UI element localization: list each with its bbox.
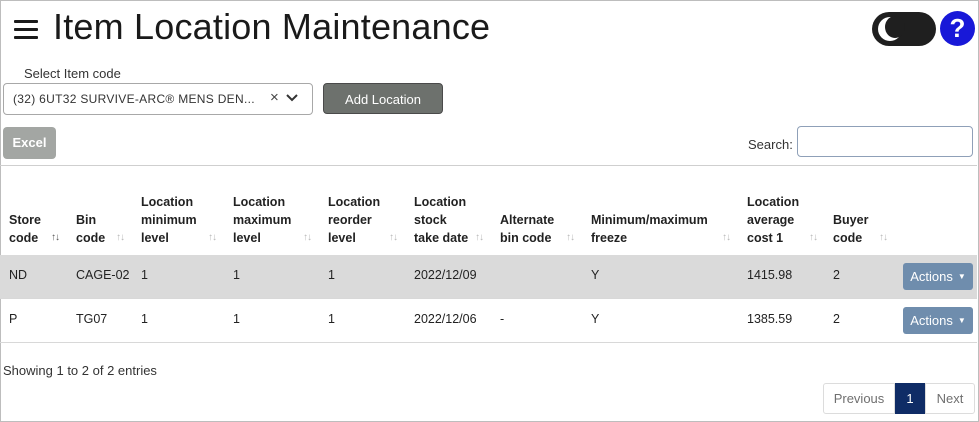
search-input[interactable] — [797, 126, 973, 157]
table-row[interactable]: ND CAGE-02 1 1 1 2022/12/09 Y 1415.98 2 … — [0, 255, 977, 299]
moon-icon — [878, 16, 905, 41]
cell-reorder-level: 1 — [328, 268, 335, 282]
excel-button[interactable]: Excel — [3, 127, 56, 159]
cell-buyer-code: 2 — [833, 312, 840, 326]
cell-maximum-level: 1 — [233, 312, 240, 326]
cell-store-code: P — [9, 312, 18, 326]
sort-icon[interactable]: ↑↓ — [389, 232, 398, 243]
cell-reorder-level: 1 — [328, 312, 335, 326]
pagination-next[interactable]: Next — [925, 383, 975, 414]
chevron-down-icon[interactable] — [285, 91, 299, 105]
cell-stock-take-date: 2022/12/06 — [414, 312, 477, 326]
column-header-location-maximum-level[interactable]: Location maximum level — [233, 193, 299, 247]
actions-label: Actions — [910, 269, 953, 284]
column-header-location-minimum-level[interactable]: Location minimum level — [141, 193, 203, 247]
sort-icon[interactable]: ↑↓ — [809, 232, 818, 243]
cell-maximum-level: 1 — [233, 268, 240, 282]
cell-bin-code: CAGE-02 — [76, 268, 130, 282]
column-header-alternate-bin-code[interactable]: Alternate bin code — [500, 211, 562, 247]
page-title: Item Location Maintenance — [53, 6, 491, 47]
cell-freeze: Y — [591, 312, 600, 326]
add-location-button[interactable]: Add Location — [323, 83, 443, 114]
pagination-page-1[interactable]: 1 — [895, 383, 925, 414]
cell-buyer-code: 2 — [833, 268, 840, 282]
sort-icon[interactable]: ↑↓ — [116, 232, 125, 243]
dark-mode-toggle[interactable] — [872, 12, 936, 46]
sort-icon[interactable]: ↑↓ — [208, 232, 217, 243]
menu-icon[interactable] — [14, 20, 38, 40]
table-row[interactable]: P TG07 1 1 1 2022/12/06 - Y 1385.59 2 Ac… — [0, 299, 977, 343]
sort-icon[interactable]: ↑↓ — [303, 232, 312, 243]
table-header: Store code ↑↓ Bin code ↑↓ Location minim… — [0, 165, 977, 257]
cell-bin-code: TG07 — [76, 312, 108, 326]
column-header-bin-code[interactable]: Bin code — [76, 211, 116, 247]
search-label: Search: — [748, 137, 793, 152]
item-code-select[interactable]: (32) 6UT32 SURVIVE-ARC® MENS DEN... × — [3, 83, 313, 115]
pagination-previous[interactable]: Previous — [823, 383, 895, 414]
cell-stock-take-date: 2022/12/09 — [414, 268, 477, 282]
help-icon[interactable]: ? — [940, 11, 975, 46]
sort-icon[interactable]: ↑↓ — [51, 232, 60, 243]
actions-button[interactable]: Actions ▼ — [903, 263, 973, 290]
table-info: Showing 1 to 2 of 2 entries — [3, 363, 157, 378]
cell-freeze: Y — [591, 268, 600, 282]
cell-store-code: ND — [9, 268, 28, 282]
column-header-minimum-maximum-freeze[interactable]: Minimum/maximum freeze — [591, 211, 717, 247]
cell-average-cost: 1385.59 — [747, 312, 793, 326]
caret-down-icon: ▼ — [957, 316, 966, 325]
sort-icon[interactable]: ↑↓ — [566, 232, 575, 243]
cell-minimum-level: 1 — [141, 312, 148, 326]
item-code-label: Select Item code — [24, 66, 121, 81]
column-header-location-reorder-level[interactable]: Location reorder level — [328, 193, 384, 247]
sort-icon[interactable]: ↑↓ — [879, 232, 888, 243]
column-header-buyer-code[interactable]: Buyer code — [833, 211, 873, 247]
column-header-location-stock-take-date[interactable]: Location stock take date — [414, 193, 470, 247]
cell-alternate-bin-code: - — [500, 312, 505, 326]
clear-icon[interactable]: × — [270, 89, 279, 106]
caret-down-icon: ▼ — [957, 272, 966, 281]
cell-minimum-level: 1 — [141, 268, 148, 282]
sort-icon[interactable]: ↑↓ — [722, 232, 731, 243]
column-header-location-average-cost-1[interactable]: Location average cost 1 — [747, 193, 805, 247]
cell-average-cost: 1415.98 — [747, 268, 793, 282]
actions-label: Actions — [910, 313, 953, 328]
column-header-store-code[interactable]: Store code — [9, 211, 55, 247]
sort-icon[interactable]: ↑↓ — [475, 232, 484, 243]
item-code-value: (32) 6UT32 SURVIVE-ARC® MENS DEN... — [13, 92, 255, 106]
actions-button[interactable]: Actions ▼ — [903, 307, 973, 334]
